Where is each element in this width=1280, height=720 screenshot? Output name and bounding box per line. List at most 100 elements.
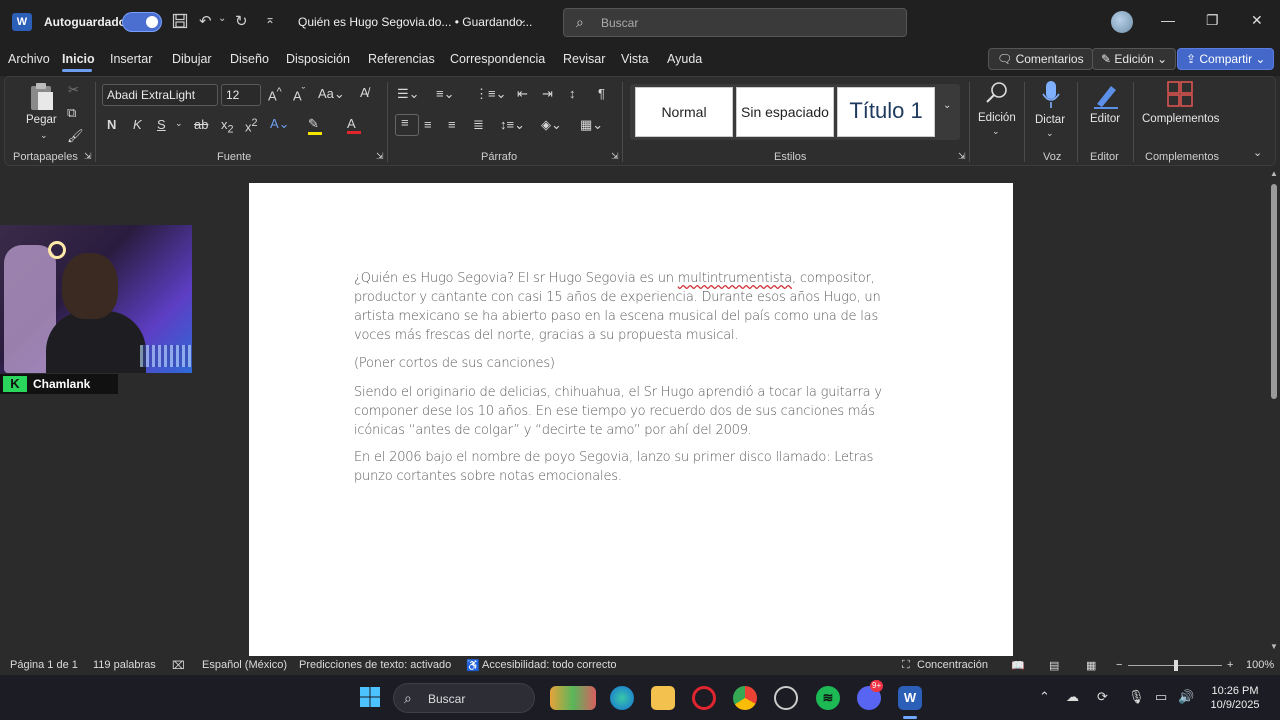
language-status[interactable]: Español (México) [202,659,287,671]
web-layout-icon[interactable]: ▦ [1086,659,1096,672]
superscript-icon[interactable]: x2 [245,117,258,134]
clipboard-launcher-icon[interactable]: ⇲ [84,151,92,162]
align-center-icon[interactable]: ≡ [424,117,432,132]
widgets-icon[interactable] [550,686,596,710]
tab-ayuda[interactable]: Ayuda [667,52,702,66]
focus-mode-button[interactable]: Concentración [917,659,988,671]
copy-icon[interactable]: ⧉ [67,105,76,121]
paragraph-2[interactable]: (Poner cortos de sus canciones) [354,354,909,373]
close-icon[interactable]: ✕ [1251,12,1263,29]
file-explorer-icon[interactable] [651,686,675,710]
tab-insertar[interactable]: Insertar [110,52,152,66]
save-icon[interactable] [172,13,188,33]
addins-icon[interactable] [1167,81,1193,110]
align-right-icon[interactable]: ≡ [448,117,456,132]
title-dropdown-icon[interactable]: ⌄ [518,13,527,26]
shrink-font-icon[interactable]: Aˇ [293,86,305,103]
multilevel-list-icon[interactable]: ⋮≡⌄ [475,86,506,102]
sort-icon[interactable]: ↕ [569,86,576,101]
underline-dropdown-icon[interactable]: ⌄ [175,118,183,129]
tab-inicio[interactable]: Inicio [62,52,95,66]
tab-correspondencia[interactable]: Correspondencia [450,52,545,66]
undo-icon[interactable]: ↶ [199,12,212,30]
increase-indent-icon[interactable]: ⇥ [542,86,553,102]
grow-font-icon[interactable]: A^ [268,86,282,103]
autosave-toggle[interactable] [122,12,162,32]
style-sin-espaciado[interactable]: Sin espaciado [736,87,834,137]
taskbar-search[interactable]: ⌕ Buscar [393,683,535,713]
strikethrough-icon[interactable]: ab [194,117,208,132]
clear-formatting-icon[interactable]: A̸ [360,85,369,100]
font-color-icon[interactable]: A [347,116,361,134]
onedrive-icon[interactable]: ☁ [1066,689,1079,705]
system-clock[interactable]: 10:26 PM 10/9/2025 [1200,684,1270,712]
minimize-icon[interactable]: — [1161,12,1175,28]
zoom-level[interactable]: 100% [1246,659,1274,671]
mic-tray-icon[interactable]: 🎙 [1128,689,1145,705]
style-normal[interactable]: Normal [635,87,733,137]
change-case-icon[interactable]: Aa⌄ [318,86,345,102]
customize-quick-access-icon[interactable]: ⌅ [265,12,275,26]
decrease-indent-icon[interactable]: ⇤ [517,86,528,102]
discord-icon[interactable]: 9+ [857,680,884,710]
app-icon[interactable] [774,686,798,710]
paragraph-3[interactable]: Siendo el originario de delicias, chihua… [354,383,909,440]
tab-diseno[interactable]: Diseño [230,52,269,66]
edicion-button[interactable]: Edición [978,112,1016,124]
paragraph-1[interactable]: ¿Quién es Hugo Segovia? El sr Hugo Segov… [354,269,909,345]
word-count[interactable]: 119 palabras [93,659,156,671]
format-painter-icon[interactable]: 🖌 [67,128,84,144]
scroll-down-icon[interactable]: ▼ [1270,642,1278,651]
read-mode-icon[interactable]: 📖 [1011,659,1025,672]
sync-icon[interactable]: ⟳ [1097,689,1108,705]
misspelled-word[interactable]: multintrumentista [678,271,792,286]
tab-vista[interactable]: Vista [621,52,649,66]
vertical-scrollbar[interactable]: ▲ ▼ [1268,166,1280,656]
scrollbar-thumb[interactable] [1271,184,1277,399]
network-icon[interactable]: ▭ [1155,689,1167,705]
accessibility-status[interactable]: Accesibilidad: todo correcto [482,659,617,671]
styles-more-icon[interactable]: ⌄ [943,100,951,111]
tab-dibujar[interactable]: Dibujar [172,52,212,66]
align-left-icon[interactable]: ≡ [395,114,419,136]
text-predictions-status[interactable]: Predicciones de texto: activado [299,659,451,671]
paste-icon[interactable] [28,82,56,115]
restore-icon[interactable]: ❐ [1206,12,1219,29]
tab-archivo[interactable]: Archivo [8,52,50,66]
zoom-in-icon[interactable]: + [1227,659,1233,671]
avatar[interactable] [1111,11,1133,33]
dictar-dropdown-icon[interactable]: ⌄ [1046,128,1054,139]
style-titulo-1[interactable]: Título 1 [837,87,935,137]
edicion-dropdown-icon[interactable]: ⌄ [992,126,1000,137]
cut-icon[interactable]: ✂ [68,82,79,98]
page-count[interactable]: Página 1 de 1 [10,659,78,671]
font-launcher-icon[interactable]: ⇲ [376,151,384,162]
italic-button[interactable]: K [133,117,142,132]
undo-dropdown-icon[interactable]: ⌄ [218,13,226,24]
collapse-ribbon-icon[interactable]: ⌄ [1253,146,1262,159]
share-button[interactable]: ⇪ Compartir ⌄ [1177,48,1275,70]
edge-browser-icon[interactable] [610,686,634,710]
tab-disposicion[interactable]: Disposición [286,52,350,66]
bold-button[interactable]: N [107,117,116,132]
print-layout-icon[interactable]: ▤ [1049,659,1059,672]
opera-icon[interactable] [692,686,716,710]
scroll-up-icon[interactable]: ▲ [1270,169,1278,178]
borders-icon[interactable]: ▦⌄ [580,117,603,133]
editor-button[interactable]: Editor [1090,113,1120,125]
paste-button[interactable]: Pegar [26,114,57,126]
tab-revisar[interactable]: Revisar [563,52,605,66]
show-hidden-icons[interactable]: ⌃ [1039,689,1050,705]
editing-mode-button[interactable]: ✎ Edición ⌄ [1092,48,1177,70]
font-name-select[interactable]: Abadi ExtraLight [102,84,218,106]
subscript-icon[interactable]: x2 [221,117,234,136]
paragraph-4[interactable]: En el 2006 bajo el nombre de poyo Segovi… [354,448,909,486]
paragraph-launcher-icon[interactable]: ⇲ [611,151,619,162]
paste-dropdown-icon[interactable]: ⌄ [40,130,48,141]
numbering-icon[interactable]: ≡⌄ [436,86,454,102]
redo-icon[interactable]: ↻ [235,12,248,30]
show-marks-icon[interactable]: ¶ [598,86,605,101]
zoom-slider-thumb[interactable] [1174,660,1178,671]
text-effects-icon[interactable]: A⌄ [270,116,290,132]
document-page[interactable]: ¿Quién es Hugo Segovia? El sr Hugo Segov… [249,183,1013,656]
